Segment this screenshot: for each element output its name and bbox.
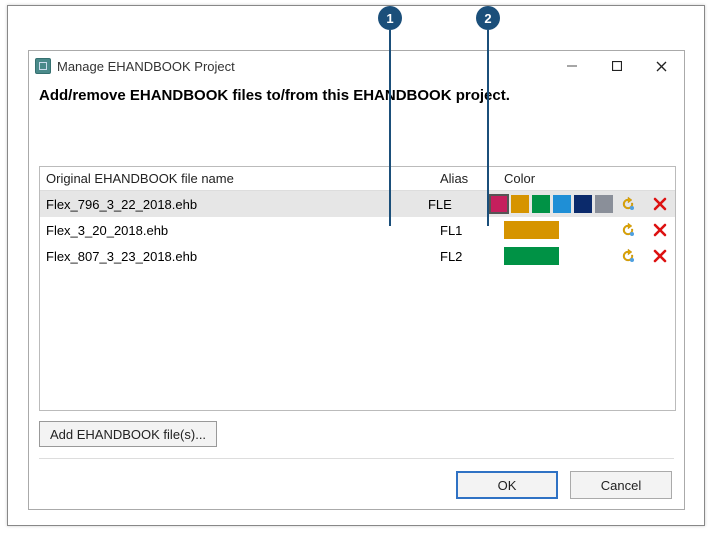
- maximize-button[interactable]: [594, 51, 639, 81]
- ok-button[interactable]: OK: [456, 471, 558, 499]
- callout-2: 2: [476, 6, 500, 30]
- alias-cell[interactable]: FLE: [428, 197, 490, 212]
- add-files-button[interactable]: Add EHANDBOOK file(s)...: [39, 421, 217, 447]
- file-name-cell: Flex_796_3_22_2018.ehb: [40, 197, 428, 212]
- window-title: Manage EHANDBOOK Project: [57, 59, 549, 74]
- cancel-button[interactable]: Cancel: [570, 471, 672, 499]
- dialog-footer: OK Cancel: [456, 471, 672, 499]
- header-color: Color: [504, 171, 675, 186]
- file-list-panel: Original EHANDBOOK file name Alias Color…: [39, 166, 676, 411]
- remove-icon[interactable]: [651, 221, 669, 239]
- file-name-cell: Flex_807_3_23_2018.ehb: [40, 249, 440, 264]
- file-name-cell: Flex_3_20_2018.ehb: [40, 223, 440, 238]
- color-swatch[interactable]: [553, 195, 571, 213]
- alias-cell[interactable]: FL1: [440, 223, 504, 238]
- dialog-window: Manage EHANDBOOK Project Add/remove EHAN…: [28, 50, 685, 510]
- color-bar[interactable]: [504, 221, 559, 239]
- color-palette: [490, 195, 613, 213]
- remove-icon[interactable]: [651, 195, 669, 213]
- color-swatch[interactable]: [574, 195, 592, 213]
- color-cell: [490, 195, 675, 213]
- header-file: Original EHANDBOOK file name: [40, 171, 440, 186]
- table-row[interactable]: Flex_796_3_22_2018.ehbFLE: [40, 191, 675, 217]
- column-headers: Original EHANDBOOK file name Alias Color: [40, 167, 675, 191]
- callout-1: 1: [378, 6, 402, 30]
- color-swatch[interactable]: [532, 195, 550, 213]
- titlebar: Manage EHANDBOOK Project: [29, 51, 684, 81]
- minimize-button[interactable]: [549, 51, 594, 81]
- color-swatch[interactable]: [511, 195, 529, 213]
- refresh-icon[interactable]: [619, 221, 637, 239]
- color-bar[interactable]: [504, 247, 559, 265]
- refresh-icon[interactable]: [619, 195, 637, 213]
- table-row[interactable]: Flex_3_20_2018.ehbFL1: [40, 217, 675, 243]
- alias-cell[interactable]: FL2: [440, 249, 504, 264]
- color-swatch[interactable]: [595, 195, 613, 213]
- color-swatch[interactable]: [490, 195, 508, 213]
- app-icon: [35, 58, 51, 74]
- page-heading: Add/remove EHANDBOOK files to/from this …: [29, 81, 684, 104]
- table-row[interactable]: Flex_807_3_23_2018.ehbFL2: [40, 243, 675, 269]
- color-cell: [504, 221, 675, 239]
- refresh-icon[interactable]: [619, 247, 637, 265]
- header-alias: Alias: [440, 171, 504, 186]
- color-cell: [504, 247, 675, 265]
- divider: [39, 458, 674, 459]
- remove-icon[interactable]: [651, 247, 669, 265]
- close-button[interactable]: [639, 51, 684, 81]
